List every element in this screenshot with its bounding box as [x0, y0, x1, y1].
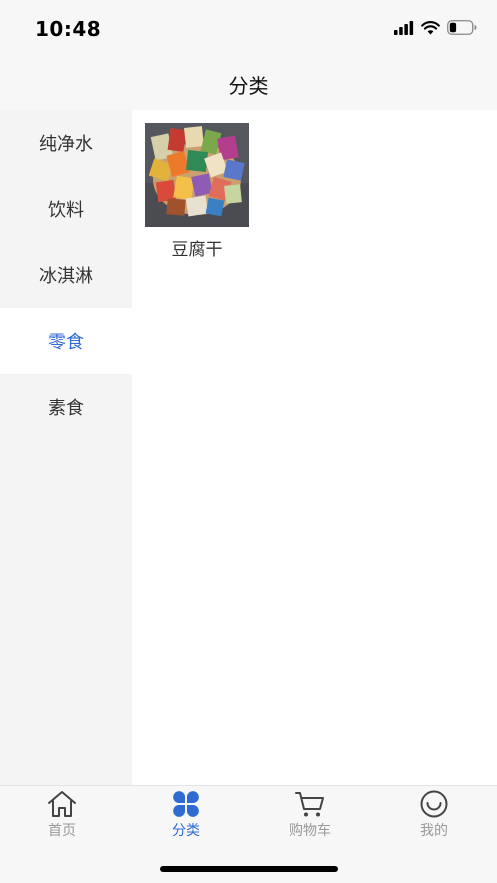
tab-cart[interactable]: 购物车: [270, 790, 350, 842]
tab-label: 首页: [48, 823, 76, 839]
home-indicator: [160, 866, 338, 872]
home-icon: [46, 790, 78, 818]
product-grid: 豆腐干: [132, 110, 497, 785]
sidebar-item-label: 零食: [48, 332, 84, 353]
sidebar-item-drinks[interactable]: 饮料: [0, 176, 132, 242]
tab-category[interactable]: 分类: [146, 790, 226, 842]
status-time: 10:48: [35, 17, 102, 41]
page-title: 分类: [228, 73, 269, 98]
product-card[interactable]: 豆腐干: [145, 123, 249, 260]
sidebar-item-snacks[interactable]: 零食: [0, 308, 132, 374]
sidebar-item-label: 冰淇淋: [39, 266, 93, 287]
cart-icon: [294, 790, 326, 818]
sidebar-item-label: 纯净水: [39, 134, 93, 155]
tab-label: 购物车: [289, 823, 331, 839]
category-icon: [171, 790, 201, 818]
product-name: 豆腐干: [171, 240, 223, 260]
smile-icon: [419, 790, 449, 818]
tab-profile[interactable]: 我的: [394, 790, 474, 842]
status-bar: 10:48: [0, 0, 497, 58]
tab-label: 分类: [172, 823, 200, 839]
tab-home[interactable]: 首页: [22, 790, 102, 842]
app-screen: 10:48 分类 纯净水 饮料 冰淇淋 零食 素食 豆腐干 首页 分类 购物车 …: [0, 0, 497, 883]
sidebar-item-label: 素食: [48, 398, 84, 419]
product-image: [145, 123, 249, 227]
signal-icon: [394, 20, 414, 39]
nav-bar: 分类: [0, 58, 497, 110]
category-sidebar: 纯净水 饮料 冰淇淋 零食 素食: [0, 110, 132, 785]
status-icons: [394, 20, 477, 39]
sidebar-item-vegetarian[interactable]: 素食: [0, 374, 132, 440]
tab-label: 我的: [420, 823, 448, 839]
sidebar-item-label: 饮料: [48, 200, 84, 221]
sidebar-item-ice-cream[interactable]: 冰淇淋: [0, 242, 132, 308]
sidebar-item-pure-water[interactable]: 纯净水: [0, 110, 132, 176]
wifi-icon: [421, 20, 440, 39]
battery-icon: [447, 20, 477, 39]
battery-fill: [449, 22, 457, 33]
